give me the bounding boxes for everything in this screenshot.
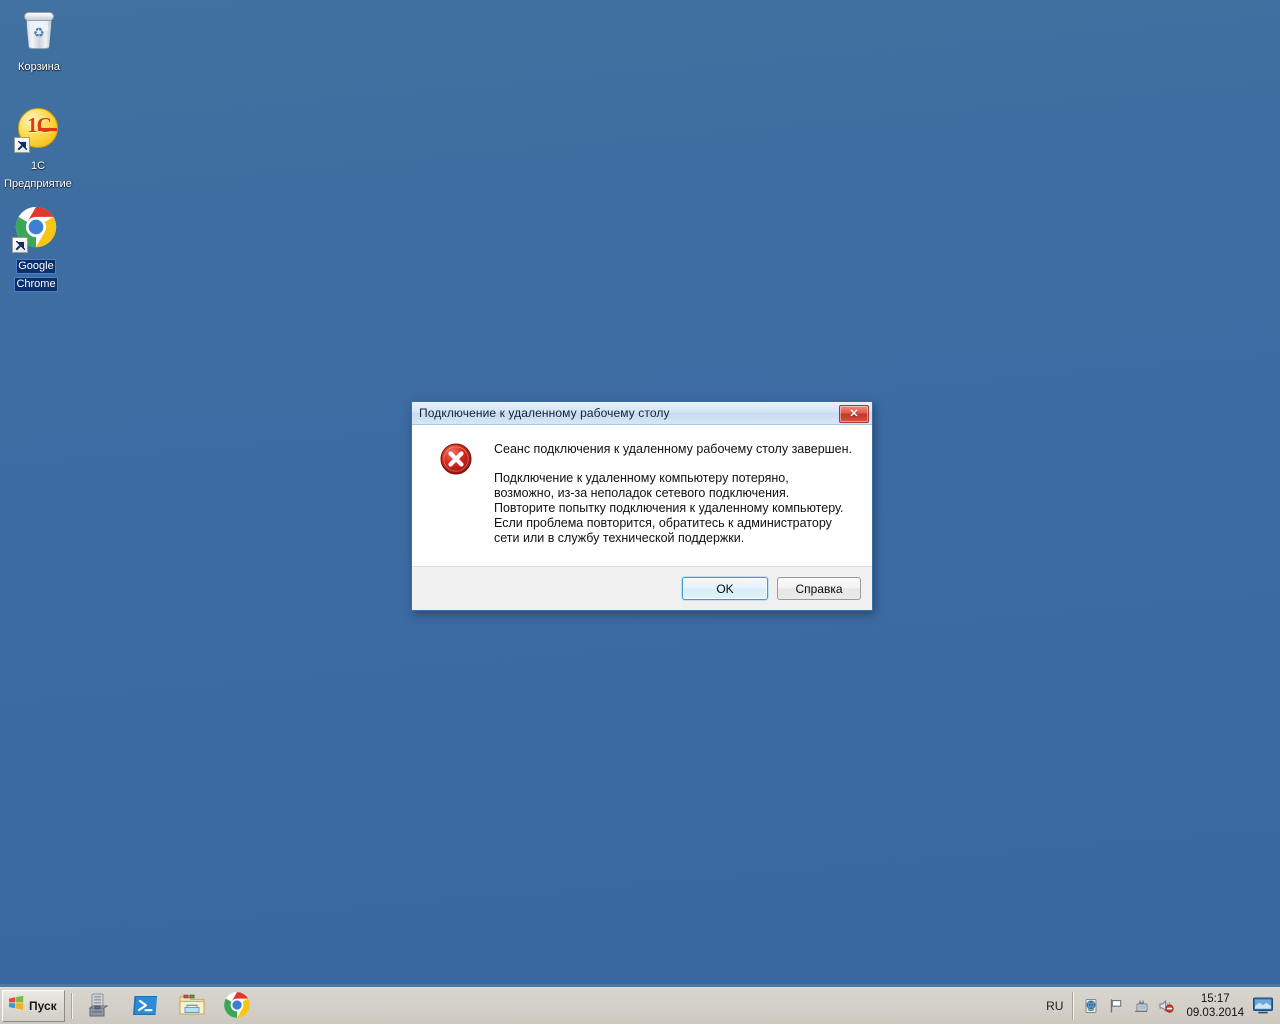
powershell-icon[interactable] [131, 991, 161, 1021]
error-icon [440, 443, 472, 475]
google-chrome-icon [12, 205, 60, 253]
close-glyph: ✕ [849, 409, 858, 420]
1c-enterprise-icon: 1C [14, 105, 62, 153]
windows-explorer-icon[interactable] [177, 991, 207, 1021]
dialog-text-block: Сеанс подключения к удаленному рабочему … [494, 441, 852, 546]
dialog-title: Подключение к удаленному рабочему столу [419, 406, 670, 420]
network-globe-icon[interactable] [1083, 998, 1099, 1014]
desktop-icon-label-line2: Предприятие [2, 177, 74, 192]
shortcut-overlay-icon [12, 237, 28, 253]
desktop-icon-recycle-bin[interactable]: ♻ Корзина [2, 6, 76, 75]
quick-launch-bar[interactable] [79, 991, 253, 1021]
dialog-message: Подключение к удаленному компьютеру поте… [494, 471, 844, 546]
network-connection-icon[interactable] [1133, 998, 1149, 1014]
server-manager-icon[interactable] [85, 991, 115, 1021]
desktop-icon-1c-enterprise[interactable]: 1C 1C Предприятие [0, 105, 76, 192]
taskbar[interactable]: Пуск [0, 984, 1280, 1024]
clock-time: 15:17 [1186, 992, 1244, 1006]
help-button[interactable]: Справка [777, 577, 861, 600]
desktop-icon-label-line2: Chrome [14, 277, 57, 292]
shortcut-overlay-icon [14, 137, 30, 153]
desktop-icon-label: 1C [29, 159, 47, 174]
volume-muted-icon[interactable] [1158, 998, 1174, 1014]
dialog-footer: OK Справка [412, 566, 872, 610]
action-center-flag-icon[interactable] [1108, 998, 1124, 1014]
language-indicator[interactable]: RU [1039, 997, 1070, 1015]
google-chrome-icon[interactable] [223, 991, 253, 1021]
desktop-icon-google-chrome[interactable]: Google Chrome [0, 203, 72, 292]
taskbar-divider [71, 993, 73, 1019]
remote-desktop-error-dialog[interactable]: Подключение к удаленному рабочему столу … [411, 401, 873, 611]
windows-logo-icon [7, 994, 25, 1017]
dialog-titlebar[interactable]: Подключение к удаленному рабочему столу … [412, 402, 872, 425]
tray-icon-group[interactable] [1072, 992, 1182, 1020]
ok-button[interactable]: OK [682, 577, 768, 600]
start-button[interactable]: Пуск [2, 990, 65, 1022]
close-icon[interactable]: ✕ [839, 405, 869, 423]
desktop[interactable]: ♻ Корзина 1C 1C Предприятие [0, 0, 1280, 984]
dialog-heading: Сеанс подключения к удаленному рабочему … [494, 442, 852, 457]
clock[interactable]: 15:17 09.03.2014 [1182, 992, 1252, 1020]
system-tray[interactable]: RU [1039, 986, 1280, 1026]
show-desktop-icon[interactable] [1252, 997, 1274, 1014]
clock-date: 09.03.2014 [1186, 1006, 1244, 1020]
desktop-icon-label: Корзина [16, 60, 62, 75]
dialog-body: Сеанс подключения к удаленному рабочему … [412, 425, 872, 566]
desktop-icon-label: Google [16, 259, 55, 274]
start-label: Пуск [29, 999, 57, 1013]
recycle-bin-icon: ♻ [15, 6, 63, 54]
